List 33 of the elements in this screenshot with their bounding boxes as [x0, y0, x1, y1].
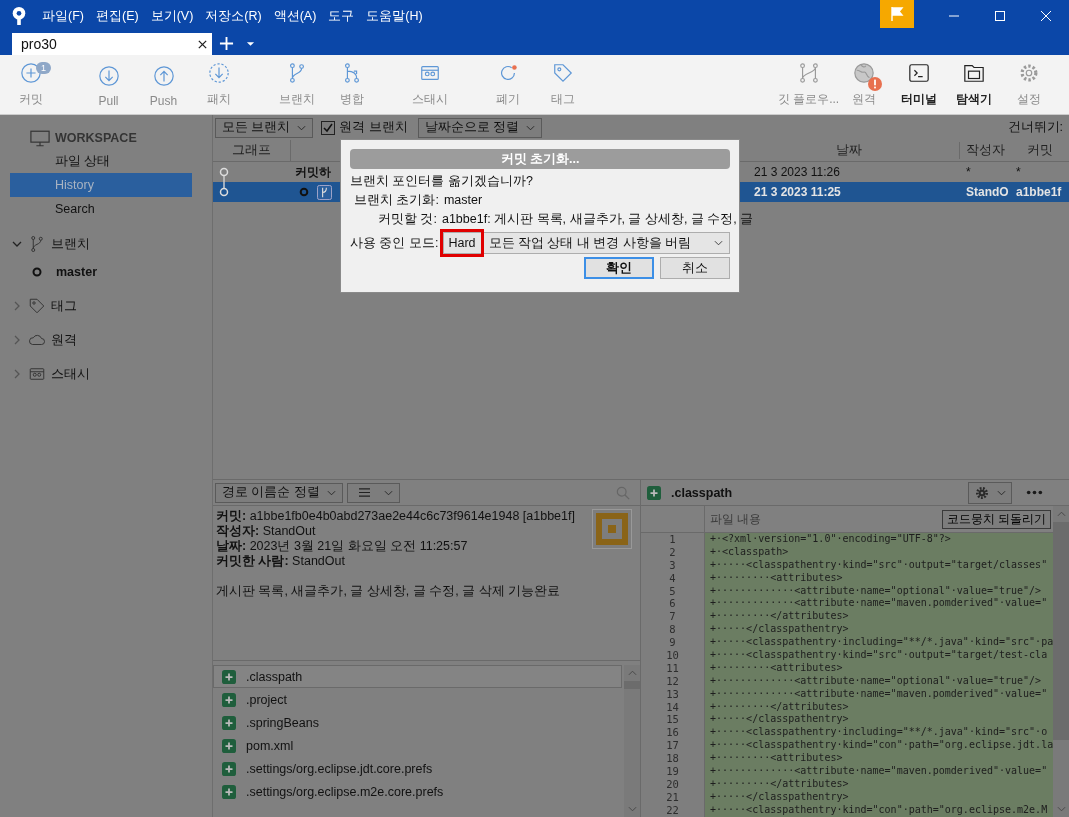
file-name: pom.xml [246, 738, 294, 753]
commit-message: 게시판 목록, 새글추가, 글 상세창, 글 수정, 글 삭제 기능완료 [216, 583, 562, 600]
table-cell-text: StandO [965, 185, 1010, 199]
commit-detail: 커밋한 사람: StandOut [216, 554, 346, 569]
file-name: .classpath [246, 669, 303, 684]
field-label: 브랜치 초기화: [354, 192, 439, 209]
table-cell-text: a1bbe1f [1015, 185, 1063, 199]
commit-detail: 날짜: 2023년 3월 21일 화요일 오전 11:25:57 [216, 539, 469, 554]
commit-detail: 작성자: StandOut [216, 524, 317, 539]
count-badge: 1 [36, 62, 51, 74]
field-value: a1bbe1f: 게시판 목록, 새글추가, 글 상세창, 글 수정, 글 [441, 211, 754, 228]
file-name: .settings/org.eclipse.m2e.core.prefs [246, 784, 444, 799]
file-name: .springBeans [246, 715, 319, 730]
field-value: master [443, 192, 483, 209]
diff-file-name: .classpath [671, 485, 733, 500]
table-cell-text: * [965, 165, 972, 179]
mode-value: Hard [440, 229, 484, 257]
table-cell-text: 21 3 2023 11:25 [753, 185, 842, 199]
table-cell-text: 21 3 2023 11:26 [753, 165, 841, 179]
hunk-header: 파일 내용 [710, 510, 762, 528]
mode-description: 모든 작업 상태 내 변경 사항을 버림 [488, 234, 692, 252]
file-name: .project [246, 692, 287, 707]
field-label: 사용 중인 모드: [350, 234, 439, 252]
field-label: 커밋할 것: [378, 211, 437, 228]
commit-detail: 커밋: a1bbe1fb0e4b0abd273ae2e44c6c73f9614e1948 [a1bbe1f] [216, 509, 576, 524]
table-cell-text: * [1015, 165, 1022, 179]
dialog-title: 커밋 초기화... [350, 149, 730, 169]
commit-description: 커밋하 [294, 163, 331, 181]
section-title: WORKSPACE [55, 131, 137, 145]
dialog-question: 브랜치 포인터를 옮기겠습니까? [350, 173, 534, 190]
checkbox-label: 원격 브랜치 [339, 119, 408, 136]
file-name: .settings/org.eclipse.jdt.core.prefs [246, 761, 433, 776]
jump-label: 건너뛰기: [1007, 119, 1063, 136]
